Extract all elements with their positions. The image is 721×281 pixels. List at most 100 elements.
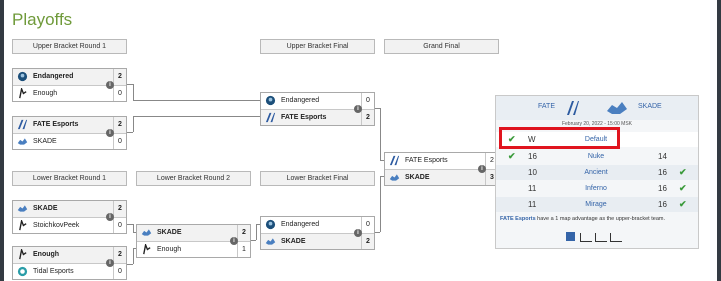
header-lower-final: Lower Bracket Final <box>260 171 375 186</box>
highlight-box <box>499 127 620 149</box>
team-score: 0 <box>113 134 126 149</box>
team-score: 2 <box>113 247 126 262</box>
note-text: have a 1 map advantage as the upper-brac… <box>535 216 665 222</box>
map-left-score: 11 <box>528 200 537 209</box>
endangered-logo-icon <box>265 219 276 230</box>
vod-icon[interactable] <box>595 233 607 242</box>
match-info-icon[interactable]: i <box>106 259 114 267</box>
team-name: Endangered <box>33 73 74 80</box>
match-grand-final[interactable]: FATE Esports 2 SKADE 3 i <box>384 152 499 186</box>
tidal-esports-logo-icon <box>17 266 28 277</box>
match-lower-final[interactable]: Endangered 0 SKADE 2 i <box>260 216 375 250</box>
match-lower-r1-2[interactable]: Enough 2 Tidal Esports 0 i <box>12 246 127 280</box>
map-row[interactable]: ✔ 16 Nuke 14 <box>496 149 698 164</box>
match-info-icon[interactable]: i <box>354 105 362 113</box>
team-name: Endangered <box>281 97 320 104</box>
header-lower-round-1: Lower Bracket Round 1 <box>12 171 127 186</box>
map-row[interactable]: 11 Mirage 16 ✔ <box>496 197 698 212</box>
team-score: 2 <box>237 225 250 240</box>
header-upper-final: Upper Bracket Final <box>260 39 375 54</box>
team-name: SKADE <box>281 238 306 245</box>
match-lower-r1-1[interactable]: SKADE 2 StoichkovPeek 0 i <box>12 200 127 234</box>
note-team-link[interactable]: FATE Esports <box>500 216 536 222</box>
vod-icon[interactable] <box>610 233 622 242</box>
connector <box>133 100 260 101</box>
team-name: SKADE <box>405 174 430 181</box>
connector <box>133 224 134 232</box>
vod-links <box>566 232 630 242</box>
stoichkovpeek-logo-icon <box>19 220 27 231</box>
team-score: 2 <box>113 201 126 216</box>
header-lower-round-2: Lower Bracket Round 2 <box>136 171 251 186</box>
map-name[interactable]: Ancient <box>556 165 636 180</box>
win-check-icon: ✔ <box>679 167 687 177</box>
match-lower-r2[interactable]: SKADE 2 Enough 1 i <box>136 224 251 258</box>
team-name: Enough <box>33 251 60 258</box>
team-name: Tidal Esports <box>33 268 74 275</box>
endangered-logo-icon <box>17 71 28 82</box>
team-name: FATE Esports <box>33 121 79 128</box>
team-name: FATE Esports <box>405 157 448 164</box>
match-info-icon[interactable]: i <box>106 129 114 137</box>
map-right-score: 16 <box>658 184 667 193</box>
map-name[interactable]: Inferno <box>556 181 636 196</box>
win-check-icon: ✔ <box>508 151 516 161</box>
win-check-icon: ✔ <box>679 183 687 193</box>
team-score: 0 <box>361 93 374 108</box>
map-name[interactable]: Mirage <box>556 197 636 212</box>
fate-logo-icon <box>17 119 28 130</box>
connector <box>380 176 381 232</box>
match-info-icon[interactable]: i <box>106 213 114 221</box>
header-upper-round-1: Upper Bracket Round 1 <box>12 39 127 54</box>
team-score: 2 <box>361 234 374 249</box>
map-name[interactable]: Nuke <box>556 149 636 164</box>
fate-logo-icon <box>567 101 579 115</box>
skade-logo-icon <box>607 102 627 114</box>
connector <box>127 264 133 265</box>
skade-logo-icon <box>17 138 28 145</box>
match-info-icon[interactable]: i <box>354 229 362 237</box>
match-upper-final[interactable]: Endangered 0 FATE Esports 2 i <box>260 92 375 126</box>
match-info-icon[interactable]: i <box>230 237 238 245</box>
map-row[interactable]: 10 Ancient 16 ✔ <box>496 165 698 180</box>
team-name: Enough <box>157 246 182 253</box>
team-name: Enough <box>33 90 58 97</box>
match-info-icon[interactable]: i <box>106 81 114 89</box>
map-left-score: 10 <box>528 168 537 177</box>
skade-logo-icon <box>389 174 400 181</box>
map-right-score: 16 <box>658 168 667 177</box>
map-row[interactable]: 11 Inferno 16 ✔ <box>496 181 698 196</box>
match-detail-popup: FATE SKADE February 20, 2022 - 15:00 MSK… <box>495 95 699 249</box>
skade-logo-icon <box>141 229 152 236</box>
map-left-score: 16 <box>528 152 537 161</box>
team-score: 0 <box>361 217 374 232</box>
team-score: 2 <box>113 117 126 132</box>
team-name: SKADE <box>33 205 58 212</box>
match-info-icon[interactable]: i <box>478 165 486 173</box>
page-title: Playoffs <box>12 10 73 29</box>
popup-team2-name[interactable]: SKADE <box>638 103 662 110</box>
skade-logo-icon <box>265 238 276 245</box>
enough-logo-icon <box>143 244 151 255</box>
skade-logo-icon <box>17 205 28 212</box>
team-score: 0 <box>113 86 126 101</box>
map-right-score: 14 <box>658 152 667 161</box>
team-score: 2 <box>361 110 374 125</box>
vod-icon[interactable] <box>580 233 592 242</box>
match-upper-r1-1[interactable]: Endangered 2 Enough 0 i <box>12 68 127 102</box>
connector <box>133 116 134 132</box>
connector <box>256 224 257 240</box>
match-upper-r1-2[interactable]: FATE Esports 2 SKADE 0 i <box>12 116 127 150</box>
team-name: SKADE <box>157 229 182 236</box>
team-name: FATE Esports <box>281 114 327 121</box>
enough-logo-icon <box>19 88 27 99</box>
popup-team1-name[interactable]: FATE <box>538 103 555 110</box>
connector <box>133 248 134 264</box>
stats-icon[interactable] <box>566 232 575 241</box>
fate-logo-icon <box>389 155 400 166</box>
connector <box>133 116 260 117</box>
team-name: SKADE <box>33 138 57 145</box>
win-check-icon: ✔ <box>679 199 687 209</box>
team-name: Endangered <box>281 221 320 228</box>
team-score: 0 <box>113 218 126 233</box>
